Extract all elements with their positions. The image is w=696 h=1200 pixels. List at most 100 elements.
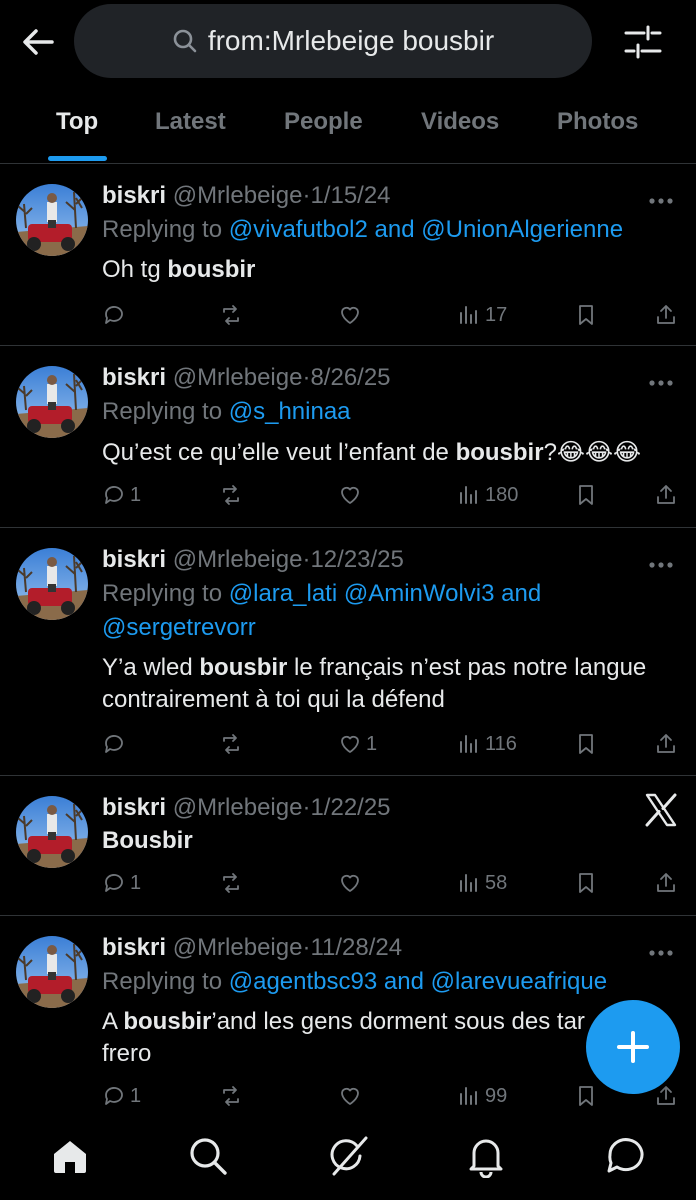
post-text: Oh tg bousbir — [102, 256, 256, 283]
share-button[interactable] — [654, 301, 678, 329]
post-2[interactable]: biskri @Mrlebeige·8/26/25 Replying to @s… — [0, 346, 696, 528]
like-button[interactable] — [338, 869, 366, 897]
repost-button[interactable] — [219, 1082, 243, 1110]
home-icon[interactable] — [48, 1134, 92, 1178]
back-arrow-icon[interactable] — [18, 22, 58, 62]
mention-link[interactable]: @sergetrevorr — [102, 614, 256, 641]
views-button[interactable]: 180 — [457, 481, 518, 509]
more-options-icon[interactable] — [648, 374, 674, 386]
repost-button[interactable] — [219, 301, 243, 329]
share-icon — [657, 873, 675, 892]
repost-button[interactable] — [219, 730, 243, 758]
messages-icon[interactable] — [604, 1134, 648, 1178]
views-button[interactable]: 58 — [457, 869, 507, 897]
mention-link[interactable]: @UnionAlgerienne — [421, 216, 623, 243]
mention-link[interactable]: @AminWolvi3 — [344, 580, 495, 607]
grok-icon[interactable] — [326, 1134, 370, 1178]
bookmark-button[interactable] — [574, 481, 598, 509]
share-button[interactable] — [654, 730, 678, 758]
share-icon — [657, 485, 675, 504]
post-text-line2: frero — [102, 1040, 152, 1067]
reply-button[interactable] — [102, 730, 130, 758]
search-tabs: Top Latest People Videos Photos — [0, 82, 696, 164]
reply-icon — [105, 1087, 123, 1105]
share-icon — [657, 734, 675, 753]
more-options-icon[interactable] — [648, 556, 674, 568]
author-handle[interactable]: @Mrlebeige — [173, 546, 303, 573]
avatar[interactable] — [16, 936, 88, 1008]
post-text: A bousbir’and les gens dorment sous des … — [102, 1008, 585, 1035]
post-date[interactable]: 11/28/24 — [310, 934, 402, 961]
bookmark-button[interactable] — [574, 730, 598, 758]
author-handle[interactable]: @Mrlebeige — [173, 182, 303, 209]
and-text: and — [374, 216, 415, 243]
like-button[interactable] — [338, 1082, 366, 1110]
avatar[interactable] — [16, 548, 88, 620]
author-name[interactable]: biskri — [102, 546, 166, 573]
post-date[interactable]: 1/22/25 — [310, 794, 390, 821]
tab-top[interactable]: Top — [56, 108, 98, 136]
reply-button[interactable]: 1 — [102, 869, 141, 897]
search-input[interactable]: from:Mrlebeige bousbir — [74, 4, 592, 78]
post-date[interactable]: 8/26/25 — [310, 364, 390, 391]
avatar[interactable] — [16, 184, 88, 256]
post-4[interactable]: biskri @Mrlebeige·1/22/25 Bousbir 1 58 — [0, 776, 696, 916]
author-handle[interactable]: @Mrlebeige — [173, 364, 303, 391]
post-3[interactable]: biskri @Mrlebeige·12/23/25 Replying to @… — [0, 528, 696, 776]
and-text: and — [501, 580, 542, 607]
like-button[interactable] — [338, 481, 366, 509]
notifications-bell-icon[interactable] — [464, 1134, 508, 1179]
more-options-icon[interactable] — [648, 192, 674, 204]
bookmark-icon — [579, 734, 593, 754]
views-button[interactable]: 17 — [457, 301, 507, 329]
bookmark-icon — [579, 485, 593, 505]
reply-button[interactable]: 1 — [102, 1082, 141, 1110]
tab-videos[interactable]: Videos — [421, 108, 499, 136]
views-button[interactable]: 116 — [457, 730, 517, 758]
share-button[interactable] — [654, 869, 678, 897]
filter-sliders-icon[interactable] — [622, 22, 664, 62]
explore-search-icon[interactable] — [186, 1134, 230, 1178]
more-options-icon[interactable] — [648, 944, 674, 956]
heart-icon — [341, 735, 359, 753]
reply-icon — [105, 486, 123, 504]
mention-link[interactable]: @s_hninaa — [229, 398, 351, 425]
x-logo-icon — [644, 793, 678, 827]
replying-to-label: Replying to — [102, 968, 223, 995]
reply-button[interactable] — [102, 301, 130, 329]
repost-button[interactable] — [219, 869, 243, 897]
mention-link[interactable]: @vivafutbol2 — [229, 216, 368, 243]
mention-link[interactable]: @larevueafrique — [431, 968, 607, 995]
bookmark-button[interactable] — [574, 869, 598, 897]
share-button[interactable] — [654, 481, 678, 509]
avatar[interactable] — [16, 796, 88, 868]
views-chart-icon — [460, 306, 477, 324]
reply-button[interactable]: 1 — [102, 481, 141, 509]
tab-latest[interactable]: Latest — [155, 108, 226, 136]
author-name[interactable]: biskri — [102, 934, 166, 961]
views-chart-icon — [460, 486, 477, 504]
bookmark-button[interactable] — [574, 301, 598, 329]
bookmark-button[interactable] — [574, 1082, 598, 1110]
tab-people[interactable]: People — [284, 108, 363, 136]
repost-button[interactable] — [219, 481, 243, 509]
author-name[interactable]: biskri — [102, 364, 166, 391]
post-5[interactable]: biskri @Mrlebeige·11/28/24 Replying to @… — [0, 916, 696, 1118]
mention-link[interactable]: @lara_lati — [229, 580, 337, 607]
repost-icon — [223, 485, 239, 505]
mention-link[interactable]: @agentbsc93 — [229, 968, 377, 995]
post-1[interactable]: biskri @Mrlebeige·1/15/24 Replying to @v… — [0, 164, 696, 346]
author-name[interactable]: biskri — [102, 794, 166, 821]
author-handle[interactable]: @Mrlebeige — [173, 934, 303, 961]
tab-photos[interactable]: Photos — [557, 108, 638, 136]
like-button[interactable]: 1 — [338, 730, 377, 758]
like-button[interactable] — [338, 301, 366, 329]
author-handle[interactable]: @Mrlebeige — [173, 794, 303, 821]
post-date[interactable]: 12/23/25 — [310, 546, 403, 573]
repost-icon — [223, 1086, 239, 1106]
post-date[interactable]: 1/15/24 — [310, 182, 390, 209]
author-name[interactable]: biskri — [102, 182, 166, 209]
avatar[interactable] — [16, 366, 88, 438]
views-button[interactable]: 99 — [457, 1082, 507, 1110]
compose-post-button[interactable] — [586, 1000, 680, 1094]
